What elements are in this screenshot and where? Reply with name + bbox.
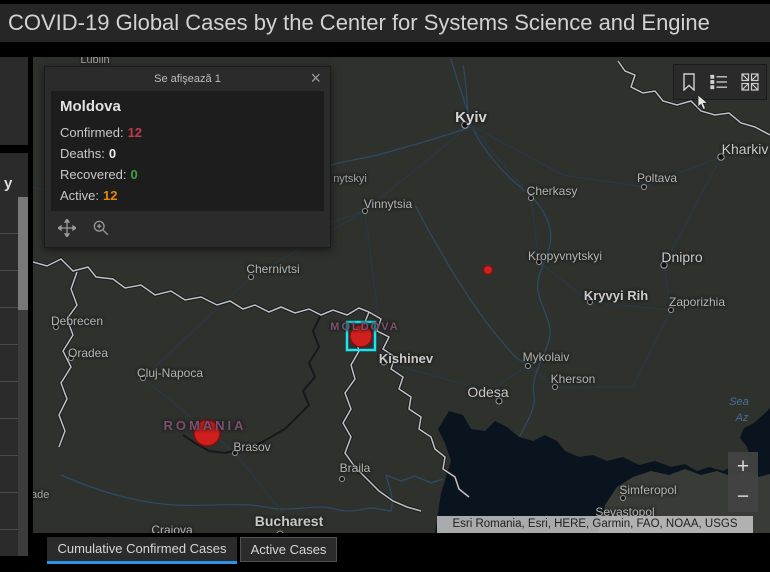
map-attribution: Esri Romania, Esri, HERE, Garmin, FAO, N… (437, 516, 753, 533)
map-label-cluj-napoca: Cluj-Napoca (136, 366, 204, 380)
bookmark-icon[interactable] (681, 73, 697, 91)
case-marker-small (482, 264, 494, 276)
map-label-dnipro: Dnipro (661, 249, 703, 265)
field-label: Confirmed: (60, 125, 124, 140)
map-label-kherson: Kherson (550, 372, 596, 386)
sidebar-list-panel: y (0, 153, 28, 556)
map-label-oradea: Oradea (67, 346, 109, 360)
map-label-bucharest: Bucharest (254, 513, 324, 529)
close-icon[interactable]: × (310, 67, 321, 89)
map-label-brasov: Brasov (233, 440, 271, 454)
sidebar-panel[interactable]: y (0, 57, 28, 556)
map-label-braila: Braila (339, 461, 371, 475)
active-tab-underline (47, 561, 237, 564)
popup-field-deaths: Deaths: 0 (60, 143, 315, 164)
map-label-kyiv: Kyiv (455, 109, 487, 126)
app-title: COVID-19 Global Cases by the Center for … (0, 4, 770, 42)
map-label-kharkiv: Kharkiv (721, 141, 769, 157)
popup-header[interactable]: Se afişează 1 × (45, 67, 330, 91)
pan-icon[interactable] (58, 219, 76, 237)
sidebar-top-panel (0, 57, 28, 145)
map-label-sea: Sea (729, 396, 749, 408)
map-label-kropyvnytskyi: Kropyvnytskyi (527, 249, 603, 263)
sidebar-list-rows[interactable] (0, 197, 18, 556)
popup-content: Moldova Confirmed: 12 Deaths: 0 Recovered:… (51, 91, 324, 211)
map-label-moldova: MOLDOVA (330, 321, 400, 333)
magnify-plus-icon[interactable] (92, 219, 110, 237)
map-label-debrecen: Debrecen (50, 314, 104, 328)
map-label-partial-ade: ade (33, 489, 50, 501)
zoom-control: + − (728, 452, 758, 512)
map-label-khmelnytskyi-partial: nytskyi (333, 173, 367, 185)
map-label-simferopol: Simferopol (619, 483, 677, 497)
field-value: 12 (127, 125, 143, 140)
map-canvas[interactable]: Lublin nytskyi Kyiv Kharkiv Poltava Cher… (33, 57, 770, 533)
field-value: 0 (130, 167, 138, 182)
sidebar-scrollbar-thumb[interactable] (18, 197, 28, 310)
field-value: 0 (108, 146, 117, 161)
map-label-zaporizhia: Zaporizhia (668, 295, 726, 309)
field-value: 12 (103, 188, 118, 203)
tab-cumulative-confirmed-cases[interactable]: Cumulative Confirmed Cases (47, 537, 237, 561)
map-toolbar (673, 64, 767, 100)
popup-field-active: Active: 12 (60, 185, 315, 206)
popup-header-text: Se afişează 1 (154, 73, 221, 85)
map-label-craiova: Craiova (151, 523, 193, 533)
zoom-out-button[interactable]: − (728, 482, 758, 512)
popup-field-recovered: Recovered: 0 (60, 164, 315, 185)
bottom-tabs: Cumulative Confirmed Cases Active Cases (0, 537, 770, 572)
popup-footer (45, 211, 330, 245)
map-label-lublin: Lublin (80, 57, 110, 66)
map-label-mykolaiv: Mykolaiv (522, 350, 570, 364)
popup-field-confirmed: Confirmed: 12 (60, 122, 315, 143)
map-label-odesa: Odesa (467, 384, 509, 400)
map-label-kishinev: Kishinev (378, 351, 434, 366)
map-label-vinnytsia: Vinnytsia (363, 197, 413, 211)
popup-title: Moldova (60, 98, 121, 115)
basemap-icon[interactable] (741, 73, 759, 91)
cursor-icon (697, 95, 709, 111)
field-label: Active: (60, 188, 100, 203)
map-label-kryvyi-rih: Kryvyi Rih (583, 288, 649, 303)
field-label: Recovered: (60, 167, 127, 182)
map-label-romania: ROMANIA (163, 418, 247, 433)
legend-icon[interactable] (710, 73, 728, 91)
map-label-cherkasy: Cherkasy (526, 184, 578, 198)
feature-popup: Se afişează 1 × Moldova Confirmed: 12 Dea… (44, 66, 331, 248)
map-label-chernivtsi: Chernivtsi (246, 262, 300, 276)
zoom-in-button[interactable]: + (728, 452, 758, 482)
map-label-poltava: Poltava (636, 171, 678, 185)
map-label-azov: Az (735, 412, 749, 424)
field-label: Deaths: (60, 146, 105, 161)
tab-active-cases[interactable]: Active Cases (240, 537, 337, 562)
sidebar-heading-partial: y (4, 175, 13, 192)
